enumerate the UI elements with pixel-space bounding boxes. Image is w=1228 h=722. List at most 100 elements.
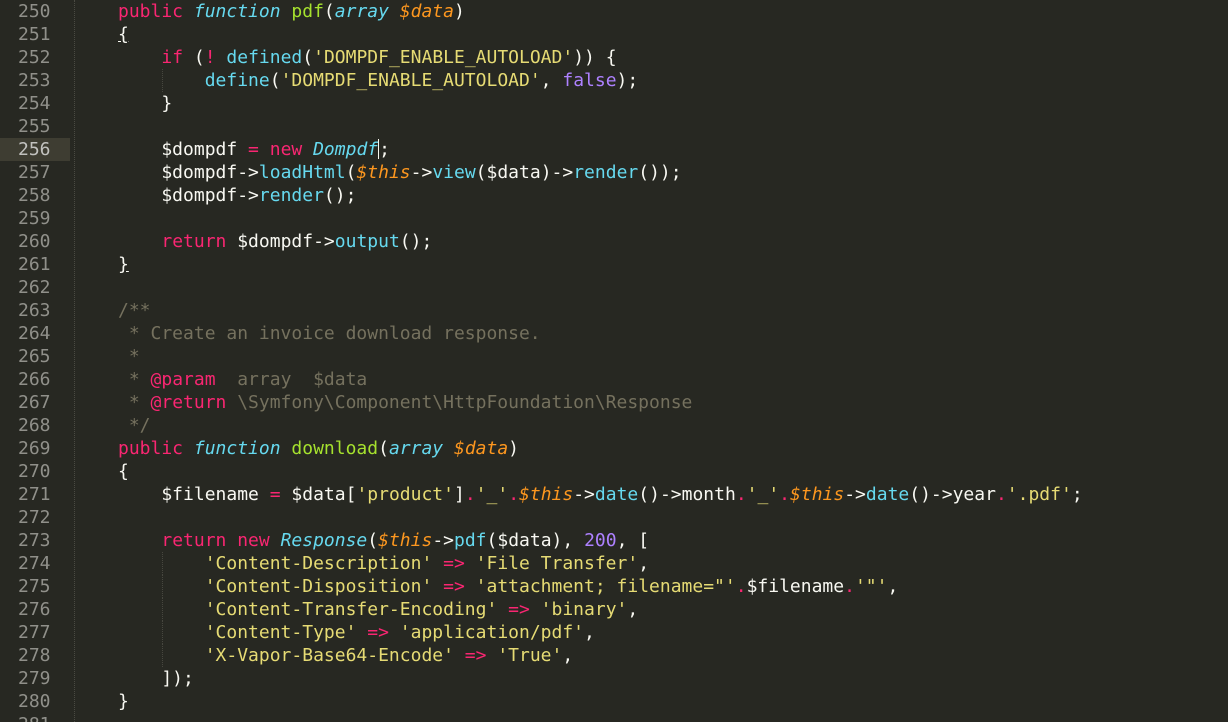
code-text[interactable]: return $dompdf->output(); bbox=[118, 230, 432, 253]
code-text[interactable]: { bbox=[118, 23, 129, 46]
line-number[interactable]: 276 bbox=[0, 598, 70, 621]
line-number[interactable]: 251 bbox=[0, 23, 70, 46]
code-text[interactable]: 'Content-Description' => 'File Transfer'… bbox=[118, 552, 649, 575]
code-line[interactable]: 251 { bbox=[0, 23, 1228, 46]
code-token: , bbox=[638, 553, 650, 574]
line-number[interactable]: 261 bbox=[0, 253, 70, 276]
line-number[interactable]: 263 bbox=[0, 299, 70, 322]
code-editor[interactable]: 250 public function pdf(array $data) 251 {2… bbox=[0, 0, 1228, 722]
code-line[interactable]: 279 ]); bbox=[0, 667, 1228, 690]
line-number[interactable]: 262 bbox=[0, 276, 70, 299]
code-line[interactable]: 261} bbox=[0, 253, 1228, 276]
line-number[interactable]: 280 bbox=[0, 690, 70, 713]
line-number[interactable]: 256 bbox=[0, 138, 70, 161]
line-number[interactable]: 275 bbox=[0, 575, 70, 598]
code-line[interactable]: 254 } bbox=[0, 92, 1228, 115]
line-number[interactable]: 252 bbox=[0, 46, 70, 69]
code-text[interactable]: $filename = $data['product'].'_'.$this->… bbox=[118, 483, 1082, 506]
line-number[interactable]: 253 bbox=[0, 69, 70, 92]
code-line[interactable]: 280} bbox=[0, 690, 1228, 713]
code-line[interactable]: 260 return $dompdf->output(); bbox=[0, 230, 1228, 253]
code-line[interactable]: 268 */ bbox=[0, 414, 1228, 437]
code-text[interactable]: * Create an invoice download response. bbox=[118, 322, 541, 345]
line-number[interactable]: 254 bbox=[0, 92, 70, 115]
code-token: -> bbox=[432, 530, 454, 551]
code-line[interactable]: 272 bbox=[0, 506, 1228, 529]
code-text[interactable]: { bbox=[118, 460, 129, 483]
line-number[interactable]: 272 bbox=[0, 506, 70, 529]
line-number[interactable]: 259 bbox=[0, 207, 70, 230]
line-number[interactable]: 255 bbox=[0, 115, 70, 138]
code-line[interactable]: 281 bbox=[0, 713, 1228, 722]
code-line[interactable]: 253 define('DOMPDF_ENABLE_AUTOLOAD', fal… bbox=[0, 69, 1228, 92]
code-line[interactable]: 267 * @return \Symfony\Component\HttpFou… bbox=[0, 391, 1228, 414]
line-number[interactable]: 281 bbox=[0, 713, 70, 722]
line-number[interactable]: 279 bbox=[0, 667, 70, 690]
code-text[interactable]: * @return \Symfony\Component\HttpFoundat… bbox=[118, 391, 693, 414]
code-line[interactable]: 265 * bbox=[0, 345, 1228, 368]
line-number[interactable]: 270 bbox=[0, 460, 70, 483]
code-line[interactable]: 271 $filename = $data['product'].'_'.$th… bbox=[0, 483, 1228, 506]
code-text[interactable]: * bbox=[118, 345, 140, 368]
code-line[interactable]: 269 public function download(array $data) bbox=[0, 437, 1228, 460]
code-line[interactable]: 258 $dompdf->render(); bbox=[0, 184, 1228, 207]
line-number[interactable]: 257 bbox=[0, 161, 70, 184]
code-token: @return bbox=[150, 392, 227, 413]
line-number[interactable]: 274 bbox=[0, 552, 70, 575]
code-text[interactable]: return new Response($this->pdf($data), 2… bbox=[118, 529, 649, 552]
line-number[interactable]: 273 bbox=[0, 529, 70, 552]
code-text[interactable]: if (! defined('DOMPDF_ENABLE_AUTOLOAD'))… bbox=[118, 46, 616, 69]
code-text[interactable]: public function download(array $data) bbox=[118, 437, 519, 460]
code-token: (); bbox=[323, 185, 357, 206]
code-text[interactable]: 'Content-Type' => 'application/pdf', bbox=[118, 621, 595, 644]
line-number[interactable]: 265 bbox=[0, 345, 70, 368]
code-text[interactable]: define('DOMPDF_ENABLE_AUTOLOAD', false); bbox=[118, 69, 639, 92]
code-line[interactable]: 255 bbox=[0, 115, 1228, 138]
code-line[interactable]: 274 'Content-Description' => 'File Trans… bbox=[0, 552, 1228, 575]
code-line[interactable]: 256 $dompdf = new Dompdf; bbox=[0, 138, 1228, 161]
code-text[interactable]: */ bbox=[118, 414, 151, 437]
code-line[interactable]: 277 'Content-Type' => 'application/pdf', bbox=[0, 621, 1228, 644]
code-text[interactable]: $dompdf->render(); bbox=[118, 184, 356, 207]
code-text[interactable]: } bbox=[118, 253, 129, 276]
code-text[interactable]: ]); bbox=[118, 667, 194, 690]
line-number[interactable]: 268 bbox=[0, 414, 70, 437]
code-line[interactable]: 257 $dompdf->loadHtml($this->view($data)… bbox=[0, 161, 1228, 184]
line-number[interactable]: 277 bbox=[0, 621, 70, 644]
code-text[interactable]: } bbox=[118, 92, 172, 115]
code-line[interactable]: 275 'Content-Disposition' => 'attachment… bbox=[0, 575, 1228, 598]
code-text[interactable]: } bbox=[118, 690, 129, 713]
code-token: ( bbox=[269, 70, 281, 91]
line-number[interactable]: 278 bbox=[0, 644, 70, 667]
code-line[interactable]: 273 return new Response($this->pdf($data… bbox=[0, 529, 1228, 552]
code-text[interactable]: 'Content-Disposition' => 'attachment; fi… bbox=[118, 575, 899, 598]
code-line[interactable]: 278 'X-Vapor-Base64-Encode' => 'True', bbox=[0, 644, 1228, 667]
code-token: Response bbox=[280, 530, 368, 551]
code-token: ($data)-> bbox=[475, 162, 574, 183]
line-number[interactable]: 267 bbox=[0, 391, 70, 414]
code-text[interactable]: 'Content-Transfer-Encoding' => 'binary', bbox=[118, 598, 639, 621]
code-line[interactable]: 270 { bbox=[0, 460, 1228, 483]
code-text[interactable]: * @param array $data bbox=[118, 368, 367, 391]
code-line[interactable]: 276 'Content-Transfer-Encoding' => 'bina… bbox=[0, 598, 1228, 621]
code-line[interactable]: 259 bbox=[0, 207, 1228, 230]
line-number[interactable]: 269 bbox=[0, 437, 70, 460]
line-number[interactable]: 250 bbox=[0, 0, 70, 23]
code-line[interactable]: 266 * @param array $data bbox=[0, 368, 1228, 391]
line-number[interactable]: 271 bbox=[0, 483, 70, 506]
code-line[interactable]: 262 bbox=[0, 276, 1228, 299]
code-line[interactable]: 250 public function pdf(array $data) bbox=[0, 0, 1228, 23]
code-text[interactable]: $dompdf->loadHtml($this->view($data)->re… bbox=[118, 161, 681, 184]
code-text[interactable]: /** bbox=[118, 299, 151, 322]
code-token: '_' bbox=[746, 484, 780, 505]
code-line[interactable]: 263 /** bbox=[0, 299, 1228, 322]
code-line[interactable]: 264 * Create an invoice download respons… bbox=[0, 322, 1228, 345]
code-text[interactable]: $dompdf = new Dompdf; bbox=[118, 138, 390, 161]
line-number[interactable]: 258 bbox=[0, 184, 70, 207]
code-text[interactable]: 'X-Vapor-Base64-Encode' => 'True', bbox=[118, 644, 573, 667]
code-text[interactable]: public function pdf(array $data) bbox=[118, 0, 465, 23]
line-number[interactable]: 260 bbox=[0, 230, 70, 253]
line-number[interactable]: 264 bbox=[0, 322, 70, 345]
code-line[interactable]: 252 if (! defined('DOMPDF_ENABLE_AUTOLOA… bbox=[0, 46, 1228, 69]
line-number[interactable]: 266 bbox=[0, 368, 70, 391]
